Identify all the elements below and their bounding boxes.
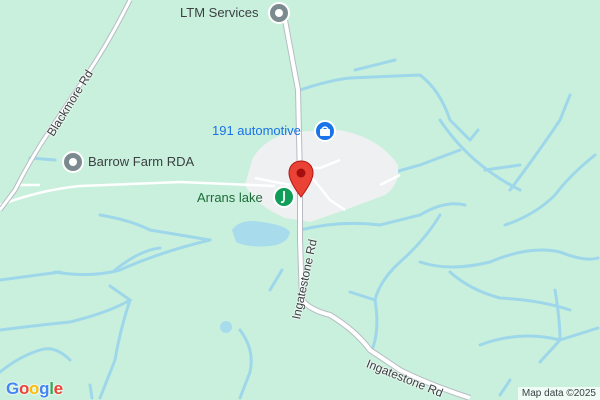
google-logo[interactable]: Google <box>6 379 63 399</box>
urban-area <box>245 130 399 222</box>
service-icon[interactable] <box>62 151 84 173</box>
poi-label-barrow-farm[interactable]: Barrow Farm RDA <box>88 154 194 169</box>
arrans-lake-water <box>232 221 290 247</box>
service-icon[interactable] <box>268 2 290 24</box>
map-pin-icon[interactable] <box>288 160 314 198</box>
car-shop-icon[interactable] <box>314 120 336 142</box>
poi-label-191-automotive[interactable]: 191 automotive <box>212 123 301 138</box>
map-attribution[interactable]: Map data ©2025 <box>517 387 600 400</box>
small-pond <box>220 321 232 333</box>
map-canvas[interactable]: LTM Services 191 automotive Barrow Farm … <box>0 0 600 400</box>
poi-label-arrans-lake[interactable]: Arrans lake <box>197 190 263 205</box>
map-base-layer <box>0 0 600 400</box>
poi-label-ltm-services[interactable]: LTM Services <box>180 5 259 20</box>
